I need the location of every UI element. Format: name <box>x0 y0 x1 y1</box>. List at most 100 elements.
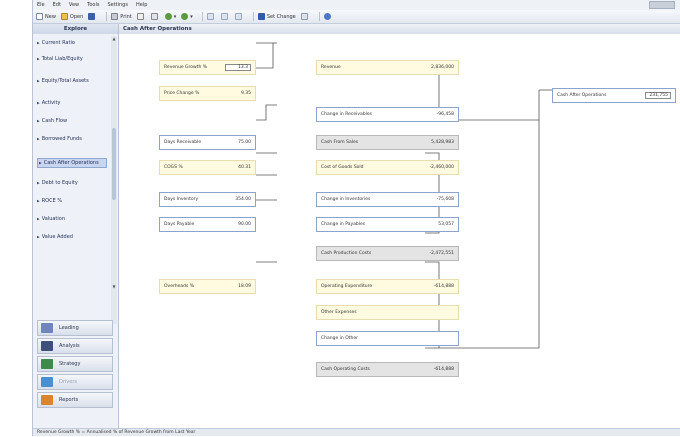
preview-icon <box>136 13 144 20</box>
scrollbar-thumb[interactable] <box>112 128 116 200</box>
save-icon <box>88 13 96 20</box>
sidebar-item-valuation[interactable]: Valuation <box>37 216 107 222</box>
sidebar-item-current-ratio[interactable]: Current Ratio <box>37 40 107 46</box>
nav-drivers-button[interactable]: Drivers <box>37 374 113 390</box>
forward-button[interactable] <box>220 13 230 20</box>
print-button[interactable]: Print <box>111 13 132 20</box>
app-window: Ele Edt Vew Tools Settings Help New Open… <box>32 0 680 436</box>
sidebar-item-borrowed-funds[interactable]: Borrowed Funds <box>37 136 107 142</box>
sidebar-item-cash-after-operations[interactable]: Cash After Operations <box>37 158 107 168</box>
overheads-value[interactable]: 18.09 <box>238 284 251 289</box>
revenue-growth-field[interactable]: 13.3 <box>225 64 251 71</box>
connector-revenue <box>256 42 274 69</box>
undo-icon <box>164 13 172 20</box>
scroll-down-icon[interactable]: ▼ <box>111 284 117 289</box>
warning-icon <box>257 13 265 20</box>
toolbar: New Open Print ▾ ▾ Set Change <box>33 10 680 24</box>
copy-button[interactable] <box>150 13 160 20</box>
dropdown-arrow-icon: ▾ <box>190 13 193 20</box>
back-button[interactable] <box>206 13 216 20</box>
open-button[interactable]: Open <box>60 13 83 20</box>
menu-help[interactable]: Help <box>136 2 147 8</box>
redo-icon <box>181 13 189 20</box>
reports-icon <box>41 395 53 405</box>
nav-strategy-button[interactable]: Strategy <box>37 356 113 372</box>
box-revenue: Revenue 2,836,000 <box>316 60 459 75</box>
settings-button[interactable] <box>300 13 310 20</box>
printer-icon <box>111 13 119 20</box>
cogs-value[interactable]: 40.31 <box>238 165 251 170</box>
toolbar-separator <box>252 12 254 21</box>
input-days-payable[interactable]: Days Payable 90.00 <box>159 217 256 232</box>
window-controls[interactable] <box>649 1 675 9</box>
menu-tools[interactable]: Tools <box>87 2 99 8</box>
toolbar-separator <box>318 12 320 21</box>
gear-icon <box>300 13 308 20</box>
menu-view[interactable]: Vew <box>69 2 79 8</box>
input-overheads[interactable]: Overheads % 18.09 <box>159 279 256 294</box>
nav-leading-button[interactable]: Leading <box>37 320 113 336</box>
sidebar-item-value-added[interactable]: Value Added <box>37 234 107 240</box>
toolbar-separator <box>201 12 203 21</box>
new-document-icon <box>36 13 43 20</box>
refresh-icon <box>234 13 242 20</box>
dropdown-arrow-icon: ▾ <box>173 13 177 20</box>
input-days-inventory[interactable]: Days Inventory 354.00 <box>159 192 256 207</box>
sidebar-item-cash-flow[interactable]: Cash Flow <box>37 118 107 124</box>
box-cash-from-sales: Cash From Sales 5,428,983 <box>316 135 459 150</box>
box-cost-of-goods-sold: Cost of Goods Sold -2,460,000 <box>316 160 459 175</box>
input-cogs[interactable]: COGS % 40.31 <box>159 160 256 175</box>
box-cash-production-costs: Cash Production Costs -2,472,551 <box>316 246 459 261</box>
sidebar-item-debt-to-equity[interactable]: Debt to Equity <box>37 180 107 186</box>
redo-button[interactable]: ▾ <box>181 13 193 20</box>
sidebar-list: Current Ratio Total Liab/Equity Equity/T… <box>33 34 113 326</box>
save-button[interactable] <box>88 13 97 20</box>
box-change-in-inventories: Change in Inventories -75,608 <box>316 192 459 207</box>
days-inventory-value[interactable]: 354.00 <box>235 197 251 202</box>
sidebar-item-equity-total-assets[interactable]: Equity/Total Assets <box>37 78 107 84</box>
folder-icon <box>60 13 68 20</box>
days-receivable-value[interactable]: 75.00 <box>238 140 251 145</box>
nav-analysis-button[interactable]: Analysis <box>37 338 113 354</box>
refresh-button[interactable] <box>234 13 244 20</box>
menu-bar: Ele Edt Vew Tools Settings Help <box>33 0 680 10</box>
sidebar-title: Explore <box>33 24 118 34</box>
main-panel: Cash After Operations Revenue Growth % 1… <box>119 24 680 428</box>
days-payable-value[interactable]: 90.00 <box>238 222 251 227</box>
preview-button[interactable] <box>136 13 146 20</box>
box-other-expenses: Other Expenses <box>316 305 459 320</box>
menu-settings[interactable]: Settings <box>107 2 128 8</box>
connector-receivables <box>256 104 277 121</box>
drivers-icon <box>41 377 53 387</box>
box-change-in-payables: Change in Payables 53,057 <box>316 217 459 232</box>
leading-icon <box>41 323 53 333</box>
box-operating-expenditure: Operating Expenditure -614,888 <box>316 279 459 294</box>
help-button[interactable] <box>323 13 333 20</box>
sidebar-item-total-liab-equity[interactable]: Total Liab/Equity <box>37 56 107 62</box>
scroll-up-icon[interactable]: ▲ <box>111 36 117 41</box>
sidebar-item-roce[interactable]: ROCE % <box>37 198 107 204</box>
help-icon <box>323 13 331 20</box>
box-change-in-receivables: Change in Receivables -96,458 <box>316 107 459 122</box>
status-bar: Revenue Growth % = Annualised % of Reven… <box>33 428 680 436</box>
set-change-button[interactable]: Set Change <box>257 13 296 20</box>
explore-sidebar: Explore Current Ratio Total Liab/Equity … <box>33 24 119 428</box>
menu-edit[interactable]: Edt <box>53 2 61 8</box>
forward-arrow-icon <box>220 13 228 20</box>
undo-button[interactable]: ▾ <box>164 13 177 20</box>
input-price-change[interactable]: Price Change % 9.35 <box>159 86 256 101</box>
toolbar-separator <box>106 12 108 21</box>
sidebar-scrollbar[interactable]: ▲ ▼ <box>111 36 117 324</box>
menu-file[interactable]: Ele <box>37 2 45 8</box>
box-cash-operating-costs: Cash Operating Costs -614,888 <box>316 362 459 377</box>
box-cash-after-operations: Cash After Operations 231,755 <box>552 88 676 103</box>
new-button[interactable]: New <box>36 13 56 20</box>
nav-reports-button[interactable]: Reports <box>37 392 113 408</box>
back-arrow-icon <box>206 13 214 20</box>
box-change-in-other: Change in Other <box>316 331 459 346</box>
input-days-receivable[interactable]: Days Receivable 75.00 <box>159 135 256 150</box>
sidebar-item-activity[interactable]: Activity <box>37 100 107 106</box>
price-change-value[interactable]: 9.35 <box>241 91 251 96</box>
analysis-icon <box>41 341 53 351</box>
input-revenue-growth[interactable]: Revenue Growth % 13.3 <box>159 60 256 75</box>
